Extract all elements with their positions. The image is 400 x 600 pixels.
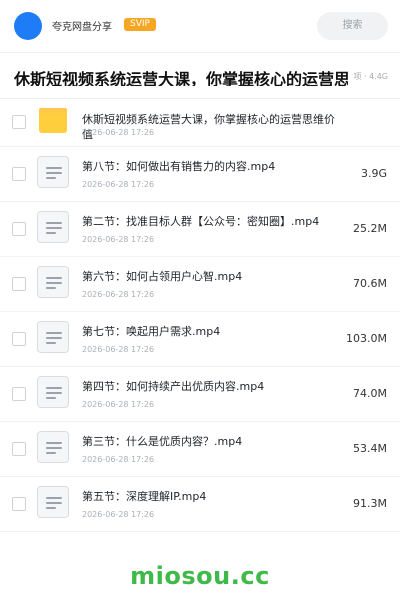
video-file-icon: [37, 321, 69, 353]
video-file-icon: [37, 211, 69, 243]
list-item[interactable]: 第三节：什么是优质内容？.mp4 2026-06-28 17:26 53.4M: [0, 422, 400, 477]
video-file-icon: [37, 266, 69, 298]
list-item[interactable]: 第六节：如何占领用户心智.mp4 2026-06-28 17:26 70.6M: [0, 257, 400, 312]
folder-header: 休斯短视频系统运营大课，你掌握核心的运营思维 项 · 4.4G: [0, 52, 400, 99]
avatar[interactable]: [14, 12, 42, 40]
item-name: 第四节：如何持续产出优质内容.mp4: [82, 380, 265, 393]
item-date: 2026-06-28 17:26: [82, 510, 155, 519]
item-name: 第八节：如何做出有销售力的内容.mp4: [82, 160, 276, 173]
item-name: 第三节：什么是优质内容？.mp4: [82, 435, 243, 448]
video-file-icon: [37, 156, 69, 188]
item-size: 53.4M: [353, 442, 387, 455]
search-input[interactable]: 搜索: [317, 12, 388, 40]
item-date: 2026-06-28 17:26: [82, 400, 155, 409]
select-checkbox[interactable]: [12, 277, 26, 291]
folder-summary: 项 · 4.4G: [353, 72, 388, 81]
item-date: 2026-06-28 17:26: [82, 128, 155, 137]
item-date: 2026-06-28 17:26: [82, 180, 155, 189]
video-file-icon: [37, 486, 69, 518]
video-file-icon: [37, 376, 69, 408]
item-name: 第七节：唤起用户需求.mp4: [82, 325, 221, 338]
item-date: 2026-06-28 17:26: [82, 345, 155, 354]
select-checkbox[interactable]: [12, 332, 26, 346]
item-size: 25.2M: [353, 222, 387, 235]
list-item[interactable]: 第二节：找准目标人群【公众号：密知圈】.mp4 2026-06-28 17:26…: [0, 202, 400, 257]
select-checkbox[interactable]: [12, 442, 26, 456]
item-size: 91.3M: [353, 497, 387, 510]
item-date: 2026-06-28 17:26: [82, 290, 155, 299]
item-size: 3.9G: [360, 167, 387, 180]
list-item[interactable]: 第八节：如何做出有销售力的内容.mp4 2026-06-28 17:26 3.9…: [0, 147, 400, 202]
select-checkbox[interactable]: [12, 222, 26, 236]
file-list: 休斯短视频系统运营大课，你掌握核心的运营思维价值 2026-06-28 17:2…: [0, 96, 400, 532]
list-item[interactable]: 休斯短视频系统运营大课，你掌握核心的运营思维价值 2026-06-28 17:2…: [0, 96, 400, 147]
item-name: 休斯短视频系统运营大课，你掌握核心的运营思维价值: [82, 113, 335, 141]
list-item[interactable]: 第四节：如何持续产出优质内容.mp4 2026-06-28 17:26 74.0…: [0, 367, 400, 422]
select-checkbox[interactable]: [12, 167, 26, 181]
item-name: 第五节：深度理解IP.mp4: [82, 490, 207, 503]
video-file-icon: [37, 431, 69, 463]
item-name: 第六节：如何占领用户心智.mp4: [82, 270, 243, 283]
sharer-name: 夸克网盘分享: [52, 22, 112, 33]
item-size: 103.0M: [346, 332, 387, 345]
item-date: 2026-06-28 17:26: [82, 235, 155, 244]
folder-icon: [39, 108, 69, 134]
vip-badge: SVIP: [124, 18, 156, 31]
list-item[interactable]: 第五节：深度理解IP.mp4 2026-06-28 17:26 91.3M: [0, 477, 400, 532]
select-checkbox[interactable]: [12, 387, 26, 401]
page-title: 休斯短视频系统运营大课，你掌握核心的运营思维: [14, 70, 348, 86]
top-bar: 夸克网盘分享 SVIP 搜索: [0, 0, 400, 53]
select-checkbox[interactable]: [12, 497, 26, 511]
select-checkbox[interactable]: [12, 115, 26, 129]
watermark: miosou.cc: [130, 562, 270, 590]
item-date: 2026-06-28 17:26: [82, 455, 155, 464]
item-size: 70.6M: [353, 277, 387, 290]
list-item[interactable]: 第七节：唤起用户需求.mp4 2026-06-28 17:26 103.0M: [0, 312, 400, 367]
item-name: 第二节：找准目标人群【公众号：密知圈】.mp4: [82, 215, 320, 228]
item-size: 74.0M: [353, 387, 387, 400]
